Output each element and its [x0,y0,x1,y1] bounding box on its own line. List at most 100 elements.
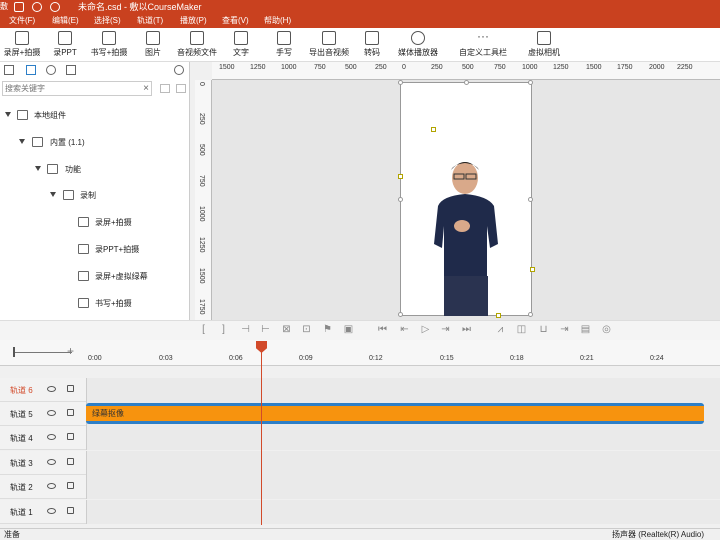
tree-item-screen-camera[interactable]: 录屏+拍摄 [0,217,190,231]
track-2[interactable]: 轨道 2 [0,475,720,499]
settings-icon[interactable]: ◎ [601,324,612,335]
redo-icon[interactable] [50,2,60,12]
snapshot-icon[interactable]: ▣ [343,324,354,335]
split-right-icon[interactable]: ⊢ [260,324,271,335]
mark-in-icon[interactable]: [ [198,324,209,335]
zoom-slider[interactable] [14,352,72,353]
menu-play[interactable]: 播放(P) [180,14,207,28]
step-forward-icon[interactable]: ⇥ [440,324,451,335]
audio-icon[interactable]: ⩘ [495,324,506,335]
eye-icon[interactable] [47,459,56,465]
collapse-arrow-icon[interactable] [35,166,41,171]
image-icon[interactable]: ▤ [580,324,591,335]
resize-handle[interactable] [398,197,403,202]
go-end-icon[interactable]: ⏭ [461,324,472,335]
anchor-handle[interactable] [530,267,535,272]
tree-item-green-screen[interactable]: 录屏+虚拟绿幕 [0,271,190,285]
eye-icon[interactable] [47,508,56,514]
handwrite-button[interactable]: 手写 [271,28,297,62]
eye-icon[interactable] [47,434,56,440]
tree-item-write-camera[interactable]: 书写+拍摄 [0,298,190,312]
collapse-arrow-icon[interactable] [50,192,56,197]
menu-file[interactable]: 文件(F) [9,14,35,28]
green-screen-clip[interactable]: 绿幕抠像 [86,403,704,424]
time-ruler[interactable]: 0:00 0:03 0:06 0:09 0:12 0:15 0:18 0:21 … [88,342,720,366]
collapse-arrow-icon[interactable] [5,112,11,117]
lock-icon[interactable] [67,409,74,416]
mark-out-icon[interactable]: ] [218,324,229,335]
anchor-handle[interactable] [431,127,436,132]
media-file-button[interactable]: 音视频文件 [175,28,219,62]
export-media-button[interactable]: 导出音视频 [307,28,351,62]
menu-help[interactable]: 帮助(H) [264,14,291,28]
text-button[interactable]: 文字 [228,28,254,62]
export-frame-icon[interactable]: ⇥ [559,324,570,335]
split-left-icon[interactable]: ⊣ [240,324,251,335]
go-start-icon[interactable]: ⏮ [377,324,388,335]
resize-handle[interactable] [398,80,403,85]
undo-icon[interactable] [32,2,42,12]
play-icon[interactable]: ▷ [420,324,431,335]
track-lane[interactable] [86,500,720,524]
transcode-button[interactable]: 转码 [359,28,385,62]
image-button[interactable]: 图片 [140,28,166,62]
clear-search-icon[interactable]: × [143,82,149,95]
tree-view-icon[interactable] [26,65,36,75]
lock-icon[interactable] [67,482,74,489]
tree-item-ppt-camera[interactable]: 录PPT+拍摄 [0,244,190,258]
collapse-arrow-icon[interactable] [19,139,25,144]
write-camera-button[interactable]: 书写+拍摄 [88,28,130,62]
save-icon[interactable] [14,2,24,12]
resize-handle[interactable] [528,312,533,317]
track-lane[interactable] [86,475,720,499]
tree-item-record[interactable]: 录制 [0,190,190,204]
media-player-button[interactable]: 媒体播放器 [396,28,440,62]
fit-icon[interactable]: ⊔ [538,324,549,335]
menu-track[interactable]: 轨道(T) [137,14,163,28]
tree-item-local[interactable]: 本地组件 [0,110,190,124]
track-4[interactable]: 轨道 4 [0,426,720,450]
crop-icon[interactable]: ⊠ [281,324,292,335]
flag-icon[interactable]: ⚑ [322,324,333,335]
record-ppt-button[interactable]: 录PPT [48,28,82,62]
anchor-handle[interactable] [398,174,403,179]
lock-icon[interactable] [67,385,74,392]
track-6[interactable]: 轨道 6 [0,378,720,402]
resize-handle[interactable] [528,197,533,202]
menu-view[interactable]: 查看(V) [222,14,249,28]
zoom-slider-thumb[interactable] [13,347,15,357]
virtual-camera-button[interactable]: 虚拟相机 [524,28,564,62]
eye-icon[interactable] [47,386,56,392]
tree-item-function[interactable]: 功能 [0,164,190,178]
trim-icon[interactable]: ⊡ [301,324,312,335]
track-lane[interactable] [86,378,720,402]
layout-icon[interactable] [66,65,76,75]
zoom-in-icon[interactable]: + [67,344,74,358]
search-input[interactable] [5,83,135,94]
track-lane[interactable] [86,451,720,475]
lock-icon[interactable] [67,507,74,514]
playhead-line[interactable] [261,343,262,525]
lock-icon[interactable] [67,433,74,440]
eye-icon[interactable] [47,410,56,416]
step-back-icon[interactable]: ⇤ [399,324,410,335]
track-lane[interactable] [86,426,720,450]
record-screen-camera-button[interactable]: 录屏+拍摄 [2,28,42,62]
resize-handle[interactable] [464,80,469,85]
layout-icon[interactable]: ◫ [516,324,527,335]
resize-handle[interactable] [528,80,533,85]
lock-icon[interactable] [67,458,74,465]
tree-item-builtin[interactable]: 内置 (1.1) [0,137,190,151]
folder-add-icon[interactable] [176,84,186,93]
custom-toolbar-button[interactable]: ··· 自定义工具栏 [455,28,511,62]
folder-open-icon[interactable] [160,84,170,93]
help-icon[interactable] [174,65,184,75]
database-icon[interactable] [46,65,56,75]
track-1[interactable]: 轨道 1 [0,500,720,524]
track-3[interactable]: 轨道 3 [0,451,720,475]
resize-handle[interactable] [398,312,403,317]
menu-edit[interactable]: 编辑(E) [52,14,79,28]
eye-icon[interactable] [47,483,56,489]
menu-select[interactable]: 选择(S) [94,14,121,28]
grid-view-icon[interactable] [4,65,14,75]
